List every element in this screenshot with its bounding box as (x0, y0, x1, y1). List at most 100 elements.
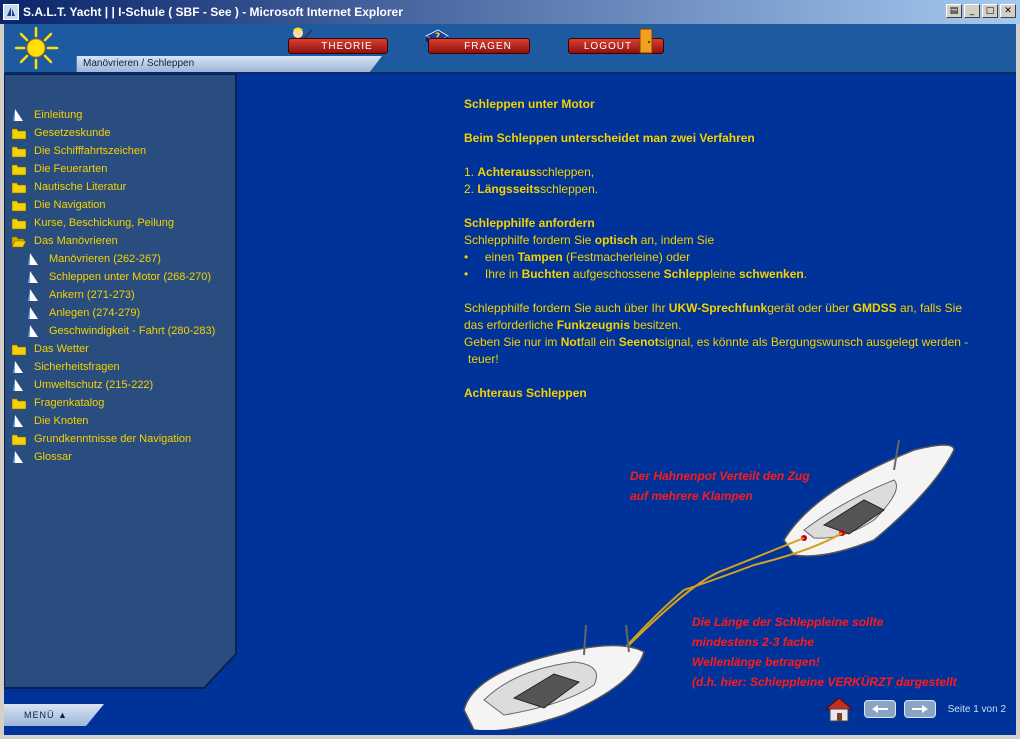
folder-open-icon (11, 235, 27, 248)
sidebar-item-label: Ankern (271-273) (49, 289, 135, 301)
sidebar-item-label: Sicherheitsfragen (34, 361, 120, 373)
folder-icon (11, 217, 27, 230)
theorie-label: THEORIE (321, 40, 373, 52)
folder-icon (11, 199, 27, 212)
towed-boat (463, 624, 645, 730)
sidebar-item-label: Geschwindigkeit - Fahrt (280-283) (49, 325, 216, 337)
minimize-button[interactable]: _ (964, 4, 980, 18)
intro-text: Beim Schleppen unterscheidet man zwei Ve… (464, 131, 755, 145)
sidebar-item-label: Glossar (34, 451, 72, 463)
document-icon (27, 288, 41, 302)
document-icon (27, 324, 41, 338)
section-heading: Achteraus Schleppen (464, 386, 587, 400)
sidebar-item[interactable]: Sicherheitsfragen (12, 358, 236, 376)
app-frame: THEORIE ? FRAGEN LOGOUT Manövrieren / Sc… (4, 24, 1016, 735)
sidebar-item[interactable]: Die Navigation (11, 196, 236, 214)
sidebar-item[interactable]: Ankern (271-273) (12, 286, 236, 304)
sidebar-item-label: Manövrieren (262-267) (49, 253, 161, 265)
sidebar-tree: Einleitung Gesetzeskunde Die Schifffahrtsz… (11, 106, 236, 466)
bullet-item: • einen Tampen (Festmacherleine) oder (464, 250, 691, 264)
sidebar-item-label: Die Navigation (34, 199, 106, 211)
sidebar-item[interactable]: Nautische Literatur (11, 178, 236, 196)
page-indicator: Seite 1 von 2 (947, 703, 1006, 715)
sidebar-item-label: Kurse, Beschickung, Peilung (34, 217, 175, 229)
sidebar-item-label: Die Feuerarten (34, 163, 108, 175)
door-icon (639, 28, 653, 54)
window-title: S.A.L.T. Yacht | | I-Schule ( SBF - See … (23, 5, 403, 19)
sidebar-item[interactable]: Grundkenntnisse der Navigation (11, 430, 236, 448)
document-icon (27, 270, 41, 284)
section-heading: Schlepphilfe anfordern (464, 216, 595, 230)
sidebar-item[interactable]: Die Schifffahrtszeichen (11, 142, 236, 160)
document-icon (12, 360, 26, 374)
sidebar-item-label: Grundkenntnisse der Navigation (34, 433, 192, 445)
sidebar-item-label: Gesetzeskunde (34, 127, 111, 139)
document-icon (27, 252, 41, 266)
sidebar-item[interactable]: Manövrieren (262-267) (12, 250, 236, 268)
fragen-label: FRAGEN (464, 40, 512, 52)
note-schleppleine: Die Länge der Schleppleine sollte mindes… (692, 615, 957, 689)
sidebar-item[interactable]: Einleitung (12, 106, 236, 124)
document-icon (12, 450, 26, 464)
document-icon (27, 306, 41, 320)
main-content: Schleppen unter Motor Beim Schleppen unt… (240, 76, 1016, 735)
sidebar-item[interactable]: Das Manövrieren (11, 232, 236, 250)
breadcrumb-text: Manövrieren / Schleppen (83, 58, 195, 69)
folder-icon (11, 181, 27, 194)
sidebar-item[interactable]: Anlegen (274-279) (12, 304, 236, 322)
sidebar-item[interactable]: Die Knoten (12, 412, 236, 430)
sidebar-item-label: Schleppen unter Motor (268-270) (49, 271, 212, 283)
app-icon (3, 4, 19, 20)
bullet-item: • Ihre in Buchten aufgeschossene Schlepp… (464, 267, 808, 281)
list-item: 2. Längsseitsschleppen. (464, 182, 599, 196)
previous-page-button[interactable] (863, 700, 896, 718)
sidebar-item-label: Nautische Literatur (34, 181, 127, 193)
paragraph: Geben Sie nur im Notfall ein Seenotsigna… (464, 335, 969, 349)
document-icon (12, 378, 26, 392)
sidebar-item-label: Fragenkatalog (34, 397, 105, 409)
sidebar-item[interactable]: Kurse, Beschickung, Peilung (11, 214, 236, 232)
sidebar-item-label: Das Manövrieren (34, 235, 118, 247)
paragraph: Schlepphilfe fordern Sie auch über Ihr U… (464, 301, 963, 315)
close-button[interactable]: ✕ (1000, 4, 1016, 18)
paragraph: Schlepphilfe fordern Sie optisch an, ind… (464, 233, 715, 247)
sidebar-item[interactable]: Fragenkatalog (11, 394, 236, 412)
sidebar-item-label: Umweltschutz (215-222) (34, 379, 154, 391)
maximize-button[interactable]: □ (982, 4, 998, 18)
sidebar-item-label: Die Schifffahrtszeichen (34, 145, 147, 157)
sidebar-item[interactable]: Glossar (12, 448, 236, 466)
note-hahnenpot: Der Hahnenpot Verteilt den Zug auf mehre… (630, 469, 810, 503)
paragraph: teuer! (468, 352, 499, 366)
fragen-button[interactable]: FRAGEN (428, 38, 530, 54)
print-icon[interactable]: ▤ (946, 4, 962, 18)
arrow-left-icon (871, 705, 888, 713)
header: THEORIE ? FRAGEN LOGOUT Manövrieren / Sc… (4, 24, 1016, 74)
sidebar-item[interactable]: Die Feuerarten (11, 160, 236, 178)
folder-icon (11, 343, 27, 356)
next-page-button[interactable] (903, 700, 936, 718)
folder-icon (11, 127, 27, 140)
document-icon (12, 414, 26, 428)
sidebar-item[interactable]: Umweltschutz (215-222) (12, 376, 236, 394)
sidebar-item-label: Einleitung (34, 109, 83, 121)
arrow-right-icon (911, 705, 928, 713)
menu-label: MENÜ ▲ (24, 710, 68, 720)
folder-icon (11, 433, 27, 446)
home-icon[interactable] (822, 695, 856, 723)
sidebar-item[interactable]: Schleppen unter Motor (268-270) (12, 268, 236, 286)
sidebar-item-label: Das Wetter (34, 343, 89, 355)
sidebar-item[interactable]: Das Wetter (11, 340, 236, 358)
theorie-button[interactable]: THEORIE (288, 38, 388, 54)
sun-logo-icon (14, 26, 59, 70)
paragraph: das erforderliche Funkzeugnis besitzen. (464, 318, 682, 332)
sidebar-item[interactable]: Gesetzeskunde (11, 124, 236, 142)
folder-icon (11, 145, 27, 158)
folder-icon (11, 163, 27, 176)
window-titlebar: S.A.L.T. Yacht | | I-Schule ( SBF - See … (0, 0, 1020, 24)
sidebar-item[interactable]: Geschwindigkeit - Fahrt (280-283) (12, 322, 236, 340)
document-icon (12, 108, 26, 122)
breadcrumb: Manövrieren / Schleppen (76, 56, 382, 72)
sidebar-item-label: Anlegen (274-279) (49, 307, 141, 319)
list-item: 1. Achterausschleppen, (464, 165, 595, 179)
folder-icon (11, 397, 27, 410)
